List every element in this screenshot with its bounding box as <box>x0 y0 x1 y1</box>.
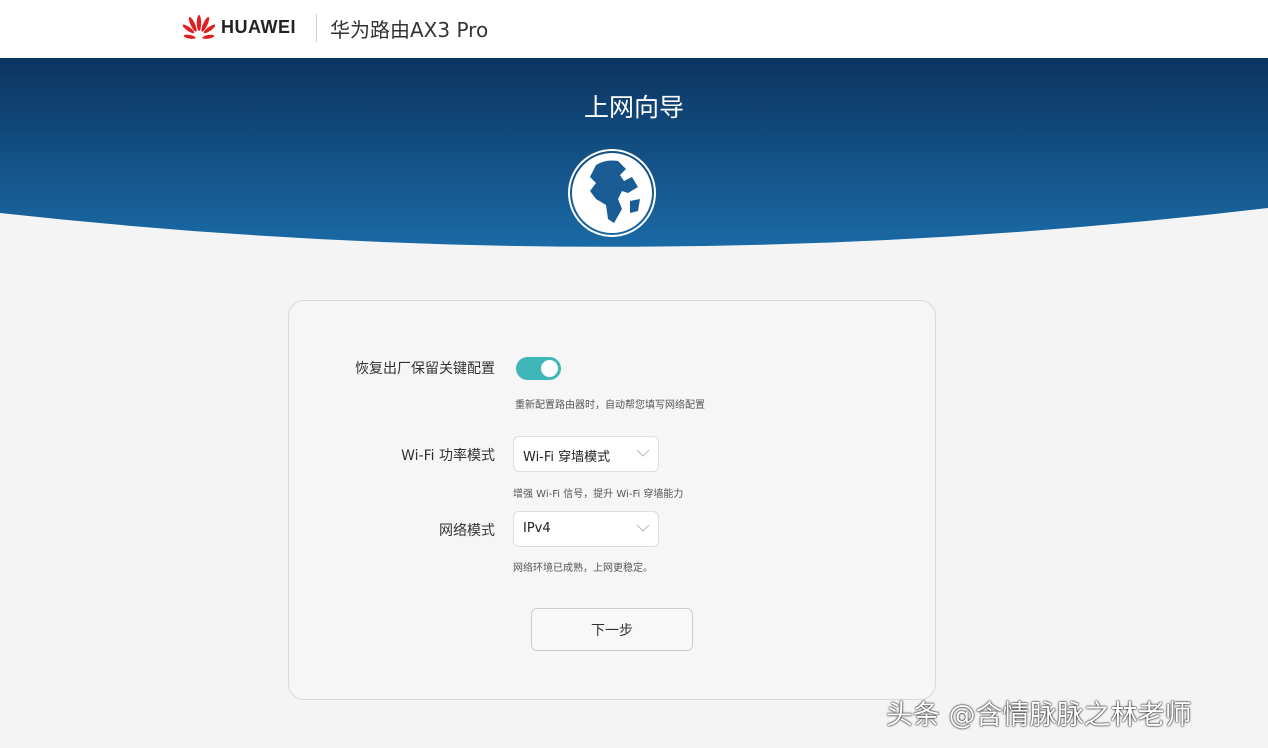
divider <box>316 14 317 42</box>
globe-icon <box>566 147 658 239</box>
brand-name: HUAWEI <box>221 17 296 38</box>
huawei-petal-icon <box>183 15 215 39</box>
network-mode-label: 网络模式 <box>439 520 495 540</box>
restore-toggle[interactable] <box>516 357 561 380</box>
restore-label: 恢复出厂保留关键配置 <box>355 358 495 378</box>
watermark: 头条 @含情脉脉之林老师 <box>886 693 1192 732</box>
network-mode-hint: 网络环境已成熟，上网更稳定。 <box>513 559 653 574</box>
top-bar: HUAWEI 华为路由AX3 Pro <box>0 0 1268 58</box>
setup-card: 恢复出厂保留关键配置 重新配置路由器时，自动帮您填写网络配置 Wi-Fi 功率模… <box>288 300 936 700</box>
network-mode-select[interactable]: IPv4 <box>513 511 659 547</box>
toggle-knob <box>541 360 558 377</box>
huawei-logo: HUAWEI <box>183 15 296 39</box>
wifi-power-hint: 增强 Wi-Fi 信号，提升 Wi-Fi 穿墙能力 <box>513 485 683 500</box>
wifi-power-label: Wi-Fi 功率模式 <box>401 445 495 465</box>
next-button[interactable]: 下一步 <box>531 608 693 651</box>
chevron-down-icon <box>636 446 650 460</box>
wifi-power-value: Wi-Fi 穿墙模式 <box>523 450 610 465</box>
restore-hint: 重新配置路由器时，自动帮您填写网络配置 <box>515 396 705 411</box>
chevron-down-icon <box>636 521 650 535</box>
product-name: 华为路由AX3 Pro <box>330 14 488 43</box>
wifi-power-select[interactable]: Wi-Fi 穿墙模式 <box>513 436 659 472</box>
network-mode-value: IPv4 <box>523 521 551 536</box>
page-title: 上网向导 <box>0 88 1268 124</box>
